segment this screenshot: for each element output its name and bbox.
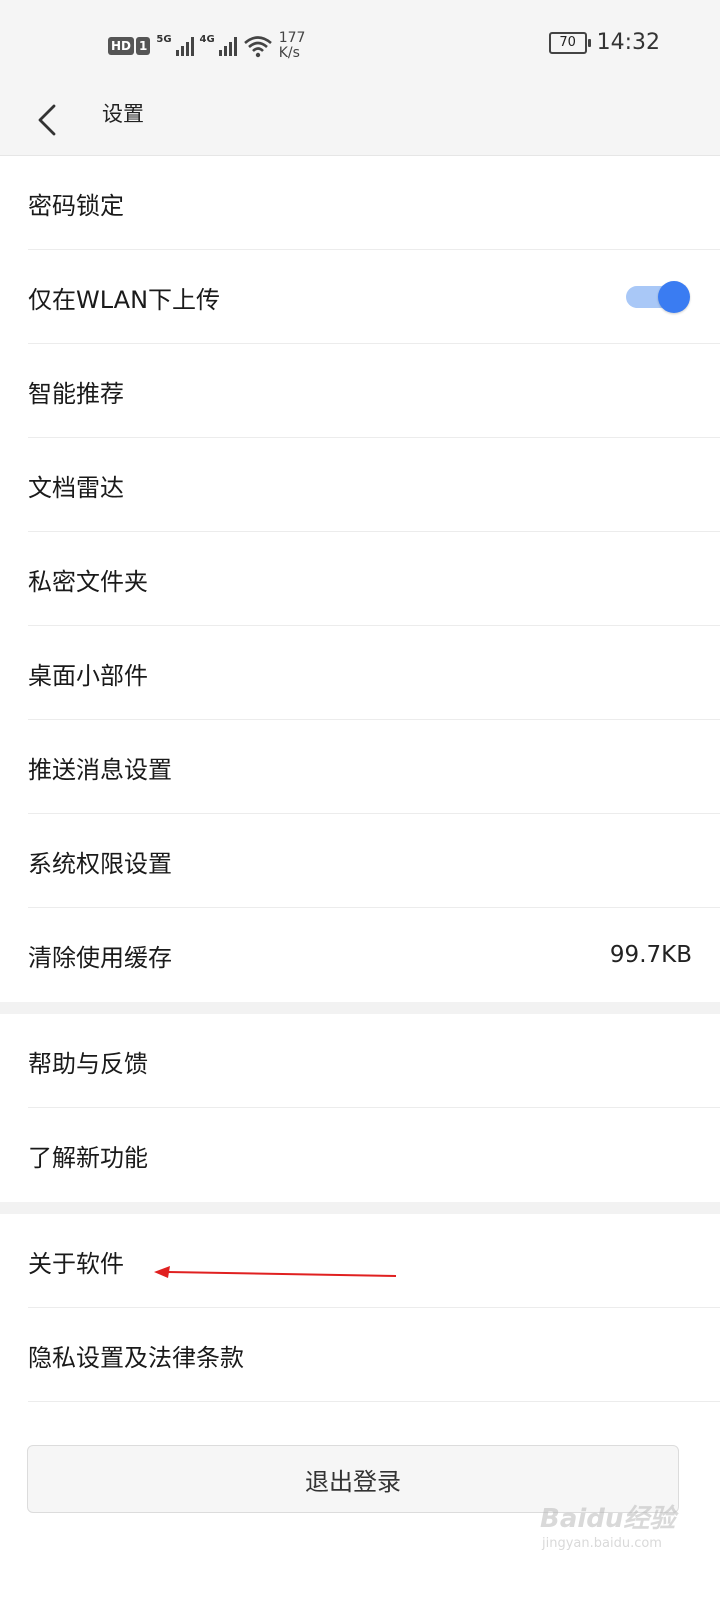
item-label: 推送消息设置 (28, 755, 172, 784)
cache-size: 99.7KB (609, 942, 692, 968)
section-divider (0, 1202, 720, 1214)
title-bar: 设置 (0, 92, 720, 156)
watermark-sub: jingyan.baidu.com (542, 1536, 662, 1551)
wlan-upload-toggle[interactable] (626, 281, 690, 313)
settings-item-clear-cache[interactable]: 清除使用缓存 99.7KB (0, 908, 720, 1002)
hd-badge: HD 1 (108, 37, 151, 55)
settings-item-push-settings[interactable]: 推送消息设置 (0, 720, 720, 814)
status-left: HD 1 5G 4G 177 K/s (108, 30, 305, 62)
watermark-main: Baidu经验 (540, 1504, 676, 1534)
settings-item-smart-recommend[interactable]: 智能推荐 (0, 344, 720, 438)
item-label: 系统权限设置 (28, 849, 172, 878)
settings-item-password-lock[interactable]: 密码锁定 (0, 156, 720, 250)
clock: 14:32 (596, 30, 660, 55)
item-label: 私密文件夹 (28, 567, 148, 596)
status-right: 70 14:32 (548, 30, 660, 55)
network-speed: 177 K/s (278, 30, 306, 61)
settings-item-widgets[interactable]: 桌面小部件 (0, 626, 720, 720)
battery-icon: 70 (548, 31, 591, 54)
signal-5g-icon: 5G (156, 34, 194, 56)
item-label: 帮助与反馈 (28, 1049, 148, 1078)
page-title: 设置 (102, 102, 144, 126)
settings-item-doc-radar[interactable]: 文档雷达 (0, 438, 720, 532)
wifi-icon (243, 36, 272, 58)
item-label: 清除使用缓存 (28, 943, 172, 972)
item-label: 了解新功能 (28, 1143, 148, 1172)
settings-item-wlan-upload[interactable]: 仅在WLAN下上传 (0, 250, 720, 344)
annotation-arrow-icon (154, 1266, 397, 1278)
status-bar: HD 1 5G 4G 177 K/s 70 14:32 (0, 0, 720, 92)
settings-item-help-feedback[interactable]: 帮助与反馈 (0, 1014, 720, 1108)
item-label: 仅在WLAN下上传 (28, 285, 221, 314)
chevron-left-icon[interactable] (30, 98, 64, 142)
settings-item-private-folder[interactable]: 私密文件夹 (0, 532, 720, 626)
sim-label: 1 (136, 37, 151, 55)
baidu-watermark: Baidu经验 jingyan.baidu.com (540, 1492, 690, 1562)
item-label: 桌面小部件 (28, 661, 148, 690)
settings-list: 密码锁定 仅在WLAN下上传 智能推荐 文档雷达 私密文件夹 桌面小部件 推送消… (0, 156, 720, 1402)
section-divider (0, 1002, 720, 1014)
item-label: 隐私设置及法律条款 (28, 1343, 244, 1372)
item-label: 文档雷达 (28, 473, 124, 502)
battery-level: 70 (559, 35, 576, 50)
settings-item-about[interactable]: 关于软件 (0, 1214, 720, 1308)
settings-item-permissions[interactable]: 系统权限设置 (0, 814, 720, 908)
item-label: 关于软件 (28, 1249, 124, 1278)
item-label: 智能推荐 (28, 379, 124, 408)
signal-4g-icon: 4G (200, 34, 237, 56)
settings-item-privacy-legal[interactable]: 隐私设置及法律条款 (0, 1308, 720, 1402)
hd-label: HD (108, 37, 135, 55)
settings-item-new-features[interactable]: 了解新功能 (0, 1108, 720, 1202)
item-label: 密码锁定 (28, 191, 124, 220)
